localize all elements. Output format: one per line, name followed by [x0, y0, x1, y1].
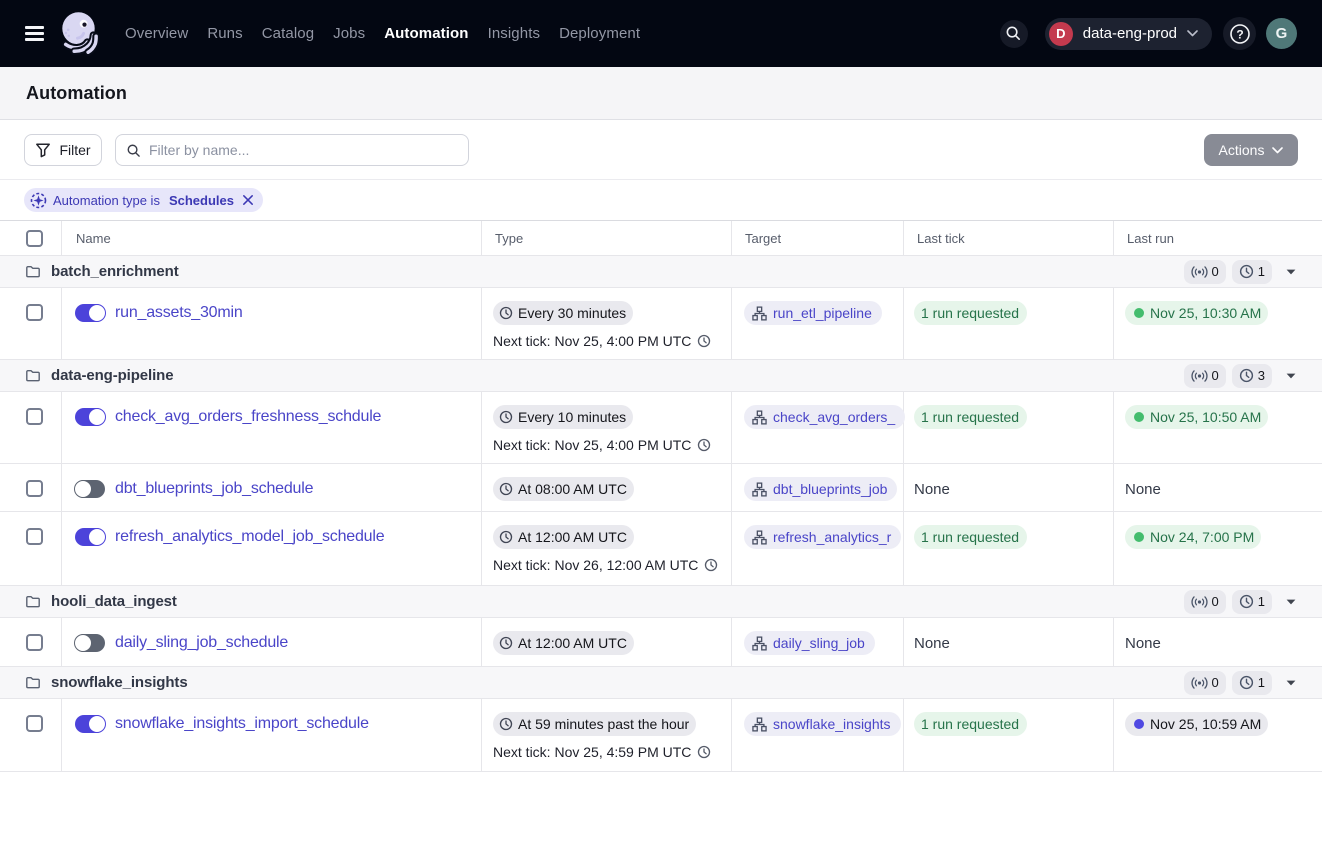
svg-text:?: ?	[1236, 27, 1243, 41]
